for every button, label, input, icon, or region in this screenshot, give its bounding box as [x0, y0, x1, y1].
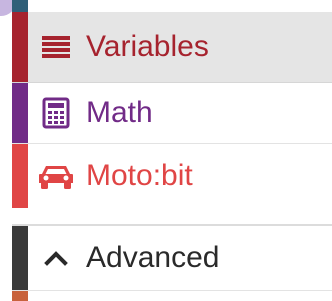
next-category-color — [12, 291, 28, 301]
category-label-motobit: Moto:bit — [86, 159, 193, 192]
category-color-swatch — [12, 226, 28, 290]
category-motobit[interactable]: Moto:bit — [12, 144, 332, 208]
category-color-swatch — [12, 83, 28, 143]
category-color-swatch — [12, 12, 28, 82]
list-lines-icon — [38, 29, 74, 65]
category-advanced[interactable]: Advanced — [12, 226, 332, 291]
toolbox-separator — [12, 208, 332, 226]
calculator-icon — [38, 95, 74, 131]
category-color-swatch — [12, 144, 28, 208]
toolbox-panel: Variables Math Moto:bit Advanced — [0, 0, 332, 301]
category-label-math: Math — [86, 96, 153, 129]
category-label-advanced: Advanced — [86, 241, 220, 274]
previous-category-color — [12, 0, 28, 12]
chevron-up-icon — [38, 240, 74, 276]
category-variables[interactable]: Variables — [12, 12, 332, 83]
toolbox-categories: Variables Math Moto:bit Advanced — [12, 0, 332, 301]
car-icon — [38, 158, 74, 194]
category-label-variables: Variables — [86, 30, 209, 63]
left-gutter — [0, 0, 12, 301]
category-math[interactable]: Math — [12, 83, 332, 144]
next-category-edge — [12, 291, 332, 301]
previous-category-edge — [12, 0, 332, 12]
